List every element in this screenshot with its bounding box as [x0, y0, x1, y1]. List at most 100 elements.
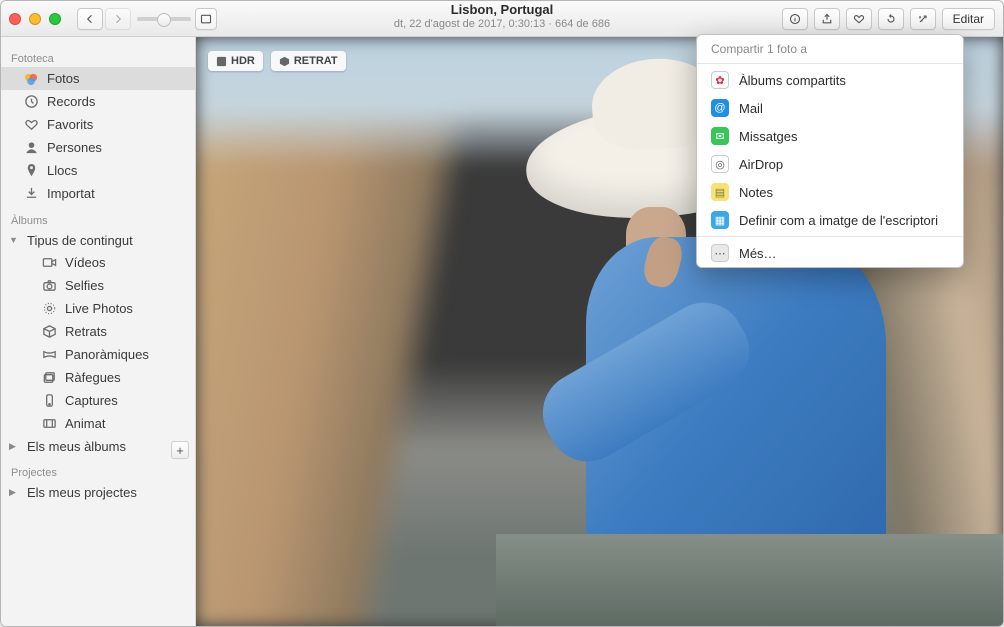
device-icon [41, 393, 57, 409]
portrait-badge: RETRAT [271, 51, 346, 71]
info-button[interactable] [782, 8, 808, 30]
sidebar-item-label: Vídeos [65, 255, 105, 270]
sidebar-item-label: Ràfegues [65, 370, 121, 385]
zoom-grid-icon[interactable] [195, 8, 217, 30]
back-button[interactable] [77, 8, 103, 30]
add-album-button[interactable]: + [171, 441, 189, 459]
share-menu-item[interactable]: ▦ Definir com a imatge de l'escriptori [697, 206, 963, 234]
sidebar-item-label: Live Photos [65, 301, 133, 316]
sidebar-item-label: Selfies [65, 278, 104, 293]
favorite-button[interactable] [846, 8, 872, 30]
sidebar-item-label: Tipus de contingut [27, 233, 133, 248]
menu-separator [697, 236, 963, 237]
app-icon: ✉ [711, 127, 729, 145]
disclosure-triangle-icon[interactable]: ▶ [9, 441, 19, 452]
window-controls [9, 13, 61, 25]
minimize-window-button[interactable] [29, 13, 41, 25]
livephoto-icon [41, 301, 57, 317]
sidebar: Fototeca Fotos Records Favorits Persones… [1, 37, 196, 626]
title-block: Lisbon, Portugal dt, 22 d'agost de 2017,… [394, 3, 610, 31]
sidebar-item-label: Persones [47, 140, 102, 155]
sidebar-item-favorites[interactable]: Favorits [1, 113, 195, 136]
stack-icon [41, 370, 57, 386]
share-menu-item[interactable]: ◎ AirDrop [697, 150, 963, 178]
camera-icon [41, 278, 57, 294]
zoom-control[interactable] [137, 8, 217, 30]
sidebar-item-content-type[interactable]: ▼ Tipus de contingut [1, 229, 195, 251]
panorama-icon [41, 347, 57, 363]
sidebar-item-animated[interactable]: Animat [1, 412, 195, 435]
share-menu: Compartir 1 foto a ✿ Àlbums compartits @ Ma… [696, 34, 964, 268]
share-menu-item[interactable]: @ Mail [697, 94, 963, 122]
photo-content [496, 534, 1003, 626]
share-menu-item[interactable]: ✉Missatges [697, 122, 963, 150]
close-window-button[interactable] [9, 13, 21, 25]
sidebar-item-label: Captures [65, 393, 118, 408]
share-menu-item-label: Definir com a imatge de l'escriptori [739, 213, 938, 228]
disclosure-triangle-icon[interactable]: ▼ [9, 235, 19, 245]
photo-badges: HDR RETRAT [208, 51, 346, 71]
sidebar-item-label: Importat [47, 186, 95, 201]
sidebar-item-label: Animat [65, 416, 105, 431]
forward-button[interactable] [105, 8, 131, 30]
share-menu-item[interactable]: ✿ Àlbums compartits [697, 66, 963, 94]
sidebar-item-people[interactable]: Persones [1, 136, 195, 159]
app-icon: @ [711, 99, 729, 117]
sidebar-item-places[interactable]: Llocs [1, 159, 195, 182]
person-icon [23, 140, 39, 156]
photo-meta: dt, 22 d'agost de 2017, 0:30:13 · 664 de… [394, 18, 610, 31]
share-menu-item-label: Mail [739, 101, 763, 116]
clock-icon [23, 94, 39, 110]
share-menu-more[interactable]: ⋯ Més… [697, 239, 963, 267]
app-icon: ✿ [711, 71, 729, 89]
cube-icon [279, 56, 290, 67]
sidebar-section-projects: Projectes [1, 461, 195, 481]
sidebar-item-label: Els meus projectes [27, 485, 137, 500]
sidebar-item-selfies[interactable]: Selfies [1, 274, 195, 297]
sidebar-item-memories[interactable]: Records [1, 90, 195, 113]
edit-button[interactable]: Editar [942, 8, 995, 30]
sidebar-item-label: Favorits [47, 117, 93, 132]
sidebar-item-label: Llocs [47, 163, 77, 178]
sidebar-item-label: Panoràmiques [65, 347, 149, 362]
photos-icon [23, 71, 39, 87]
app-window: Lisbon, Portugal dt, 22 d'agost de 2017,… [0, 0, 1004, 627]
video-icon [41, 255, 57, 271]
share-button[interactable] [814, 8, 840, 30]
sidebar-section-albums: Àlbums [1, 209, 195, 229]
app-icon: ◎ [711, 155, 729, 173]
auto-enhance-button[interactable] [910, 8, 936, 30]
hdr-icon [216, 56, 227, 67]
sidebar-item-imports[interactable]: Importat [1, 182, 195, 205]
import-icon [23, 186, 39, 202]
share-menu-item[interactable]: ▤Notes [697, 178, 963, 206]
sidebar-item-panoramas[interactable]: Panoràmiques [1, 343, 195, 366]
hdr-badge: HDR [208, 51, 263, 71]
titlebar: Lisbon, Portugal dt, 22 d'agost de 2017,… [1, 1, 1003, 37]
sidebar-item-label: Records [47, 94, 95, 109]
app-icon: ▤ [711, 183, 729, 201]
share-menu-header: Compartir 1 foto a [697, 35, 963, 61]
app-icon: ▦ [711, 211, 729, 229]
sidebar-item-my-albums[interactable]: ▶ Els meus àlbums + [1, 435, 195, 457]
zoom-slider[interactable] [137, 17, 191, 21]
share-menu-item-label: AirDrop [739, 157, 783, 172]
rotate-button[interactable] [878, 8, 904, 30]
sidebar-item-bursts[interactable]: Ràfegues [1, 366, 195, 389]
sidebar-item-videos[interactable]: Vídeos [1, 251, 195, 274]
pin-icon [23, 163, 39, 179]
sidebar-item-portraits[interactable]: Retrats [1, 320, 195, 343]
sidebar-item-label: Els meus àlbums [27, 439, 126, 454]
fullscreen-window-button[interactable] [49, 13, 61, 25]
sidebar-item-label: Retrats [65, 324, 107, 339]
sidebar-item-livephotos[interactable]: Live Photos [1, 297, 195, 320]
sidebar-item-screenshots[interactable]: Captures [1, 389, 195, 412]
sidebar-item-photos[interactable]: Fotos [1, 67, 195, 90]
heart-icon [23, 117, 39, 133]
photo-title: Lisbon, Portugal [394, 3, 610, 18]
disclosure-triangle-icon[interactable]: ▶ [9, 487, 19, 498]
menu-separator [697, 63, 963, 64]
share-menu-item-label: Àlbums compartits [739, 73, 846, 88]
sidebar-item-my-projects[interactable]: ▶ Els meus projectes [1, 481, 195, 503]
more-icon: ⋯ [711, 244, 729, 262]
